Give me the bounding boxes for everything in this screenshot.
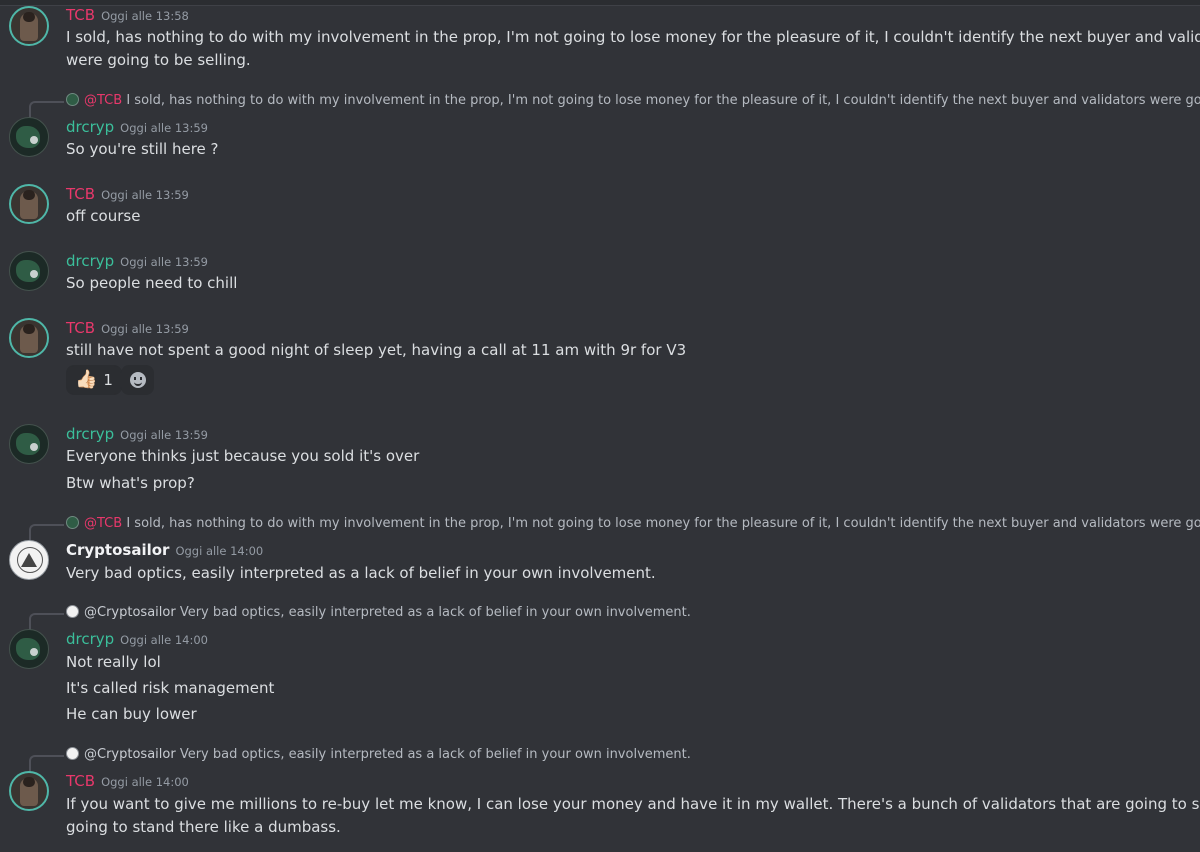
reply-text: Very bad optics, easily interpreted as a… (179, 605, 691, 620)
reaction-pill[interactable]: 👍🏻 1 (66, 365, 122, 395)
reply-spine (29, 613, 64, 631)
timestamp: Oggi alle 13:58 (101, 9, 189, 23)
reply-spine (29, 524, 64, 542)
message-text: It's called risk management (66, 679, 275, 697)
reply-spine (29, 755, 64, 773)
timestamp: Oggi alle 13:59 (101, 322, 189, 336)
reply-mention[interactable]: @TCB (84, 93, 122, 108)
reply-mention[interactable]: @Cryptosailor (84, 605, 176, 620)
message-text: Not really lol (66, 653, 161, 671)
smile-icon (129, 372, 146, 388)
message-text: still have not spent a good night of sle… (66, 341, 687, 359)
avatar[interactable] (9, 540, 49, 580)
message-header: TCB Oggi alle 13:59 (66, 318, 189, 338)
message-text: I sold, has nothing to do with my involv… (66, 28, 1200, 46)
author-name[interactable]: TCB (66, 185, 95, 203)
thumbs-up-icon: 👍🏻 (75, 369, 98, 390)
chat-message-list: TCB Oggi alle 13:58 I sold, has nothing t… (0, 0, 1200, 852)
reply-preview[interactable]: @TCB I sold, has nothing to do with my i… (29, 93, 1200, 119)
avatar[interactable] (9, 117, 49, 157)
reply-avatar (66, 747, 79, 760)
author-name[interactable]: TCB (66, 772, 95, 790)
timestamp: Oggi alle 13:59 (101, 188, 189, 202)
message-header: Cryptosailor Oggi alle 14:00 (66, 540, 263, 560)
author-name[interactable]: drcryp (66, 118, 114, 136)
add-reaction-button[interactable] (121, 365, 154, 395)
timestamp: Oggi alle 14:00 (120, 633, 208, 647)
message-header: TCB Oggi alle 13:59 (66, 184, 189, 204)
reply-text: I sold, has nothing to do with my involv… (126, 516, 1200, 531)
author-name[interactable]: drcryp (66, 425, 114, 443)
message-text: going to stand there like a dumbass. (66, 818, 341, 836)
message-header: TCB Oggi alle 14:00 (66, 771, 189, 791)
reaction-count: 1 (103, 371, 113, 389)
reply-preview[interactable]: @Cryptosailor Very bad optics, easily in… (29, 605, 691, 631)
reply-spine (29, 101, 64, 119)
author-name[interactable]: drcryp (66, 630, 114, 648)
reply-avatar (66, 93, 79, 106)
avatar[interactable] (9, 629, 49, 669)
avatar[interactable] (9, 184, 49, 224)
message-header: drcryp Oggi alle 13:59 (66, 117, 208, 137)
avatar[interactable] (9, 771, 49, 811)
avatar[interactable] (9, 6, 49, 46)
author-name[interactable]: TCB (66, 6, 95, 24)
message-header: drcryp Oggi alle 13:59 (66, 251, 208, 271)
reply-avatar (66, 516, 79, 529)
reply-preview[interactable]: @Cryptosailor Very bad optics, easily in… (29, 747, 691, 773)
timestamp: Oggi alle 13:59 (120, 255, 208, 269)
message-text: So you're still here ? (66, 140, 219, 158)
message-text: were going to be selling. (66, 51, 251, 69)
message-header: drcryp Oggi alle 13:59 (66, 424, 208, 444)
message-header: drcryp Oggi alle 14:00 (66, 629, 208, 649)
reply-preview[interactable]: @TCB I sold, has nothing to do with my i… (29, 516, 1200, 542)
avatar[interactable] (9, 251, 49, 291)
reply-avatar (66, 605, 79, 618)
message-text: Very bad optics, easily interpreted as a… (66, 564, 656, 582)
message-text: So people need to chill (66, 274, 238, 292)
reply-mention[interactable]: @TCB (84, 516, 122, 531)
timestamp: Oggi alle 13:59 (120, 428, 208, 442)
author-name[interactable]: TCB (66, 319, 95, 337)
reply-text: I sold, has nothing to do with my involv… (126, 93, 1200, 108)
author-name[interactable]: drcryp (66, 252, 114, 270)
avatar[interactable] (9, 424, 49, 464)
message-text: He can buy lower (66, 705, 197, 723)
timestamp: Oggi alle 13:59 (120, 121, 208, 135)
message-text: Btw what's prop? (66, 474, 195, 492)
reply-mention[interactable]: @Cryptosailor (84, 747, 176, 762)
message-text: Everyone thinks just because you sold it… (66, 447, 420, 465)
message-text: If you want to give me millions to re-bu… (66, 795, 1200, 813)
avatar[interactable] (9, 318, 49, 358)
timestamp: Oggi alle 14:00 (101, 775, 189, 789)
message-text: off course (66, 207, 141, 225)
reply-text: Very bad optics, easily interpreted as a… (179, 747, 691, 762)
message-header: TCB Oggi alle 13:58 (66, 5, 189, 25)
author-name[interactable]: Cryptosailor (66, 541, 169, 559)
timestamp: Oggi alle 14:00 (175, 544, 264, 558)
